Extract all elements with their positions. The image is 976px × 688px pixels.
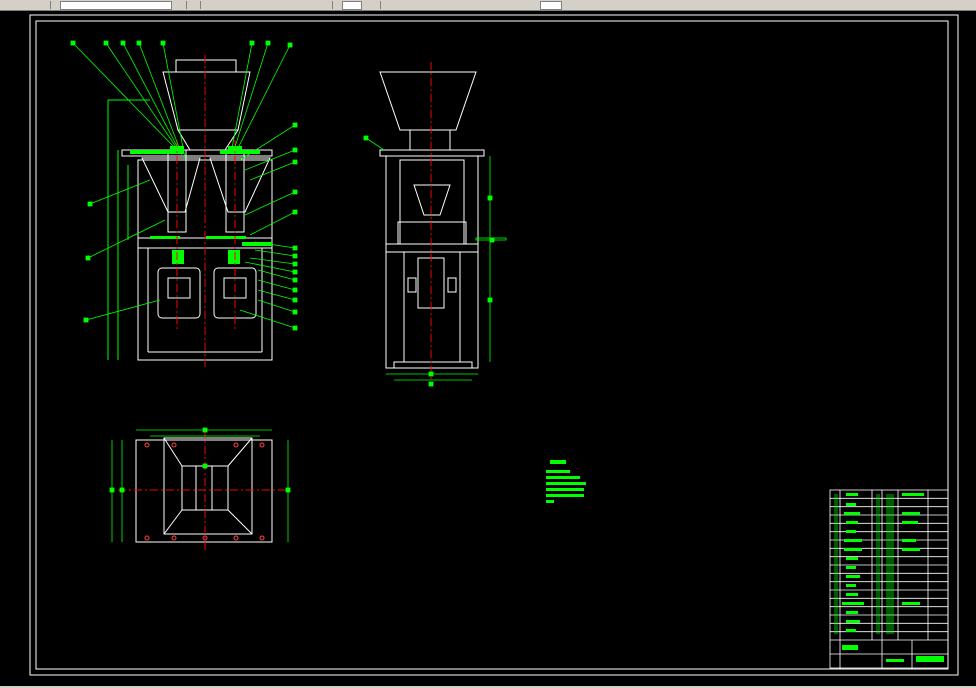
file-icon[interactable] bbox=[40, 1, 51, 9]
side-view bbox=[379, 71, 485, 369]
inner-frame bbox=[35, 20, 949, 670]
color-icon[interactable] bbox=[370, 1, 381, 9]
properties-icon[interactable] bbox=[190, 1, 201, 9]
grip-icon[interactable] bbox=[176, 1, 187, 9]
top-view-dimensions bbox=[109, 427, 291, 542]
linetype-icon[interactable] bbox=[342, 1, 362, 10]
zoom-icon[interactable] bbox=[322, 1, 333, 9]
cad-drawing-canvas[interactable] bbox=[0, 10, 976, 686]
technical-notes bbox=[546, 460, 586, 503]
front-view bbox=[121, 59, 273, 361]
front-view-leaders bbox=[70, 40, 298, 331]
title-block-text bbox=[834, 493, 944, 662]
top-view-centerline bbox=[118, 430, 290, 550]
side-view-dimensions bbox=[363, 135, 507, 387]
lineweight-dropdown[interactable] bbox=[540, 1, 562, 10]
layer-dropdown[interactable] bbox=[60, 1, 172, 10]
outer-frame bbox=[29, 14, 959, 676]
front-view-dimensions bbox=[107, 99, 150, 360]
front-view-green-parts bbox=[130, 146, 272, 264]
